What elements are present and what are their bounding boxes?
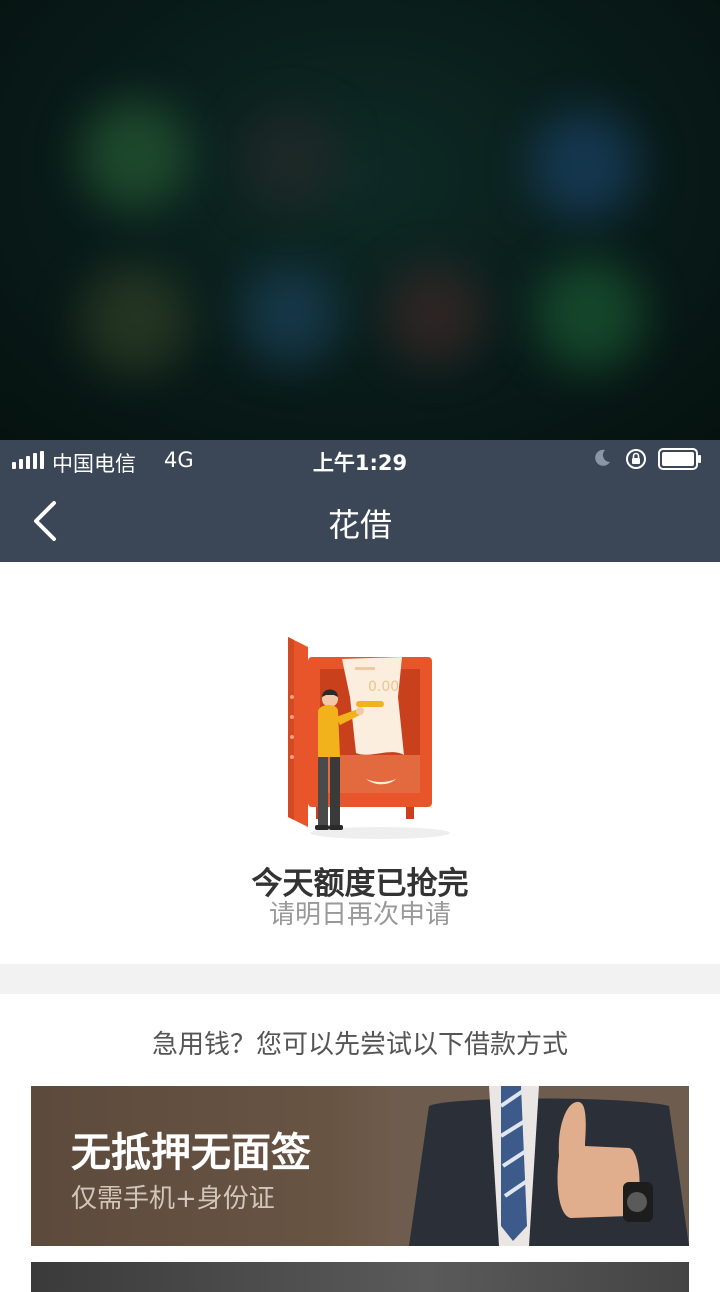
blurred-wallpaper (0, 0, 720, 440)
empty-safe-illustration: 0.00 (288, 637, 450, 839)
suggestion-hint: 急用钱？您可以先尝试以下借款方式 (151, 1030, 568, 1060)
section-divider (0, 964, 720, 994)
page-title: 花借 (327, 506, 392, 544)
moon-icon (595, 449, 610, 466)
rotation-lock-icon (626, 449, 646, 469)
nav-bar: 花借 (0, 480, 720, 562)
empty-subtitle: 请明日再次申请 (268, 900, 451, 930)
banner-title: 无抵押无面签 (71, 1130, 311, 1176)
battery-icon (658, 448, 701, 470)
loan-banner[interactable]: 无抵押无面签 仅需手机+身份证 (31, 1086, 689, 1246)
second-banner[interactable] (31, 1262, 689, 1292)
banner-subtitle: 仅需手机+身份证 (71, 1184, 275, 1214)
status-bar: 中国电信 4G 上午1:29 (0, 440, 720, 480)
empty-state: 0.00 今天额度已抢完 请明日再次申请 (0, 562, 720, 964)
businessman-thumbs-up-image (389, 1086, 689, 1246)
illustration-amount: 0.00 (368, 679, 399, 695)
